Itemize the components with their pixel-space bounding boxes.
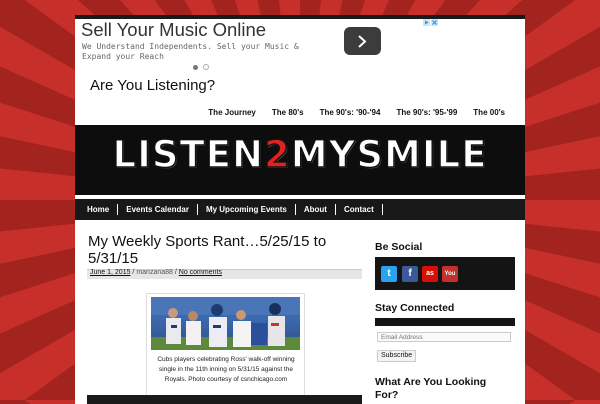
banner-logo-mid: 2 bbox=[263, 132, 291, 177]
stay-connected-bar bbox=[375, 318, 515, 326]
post-photo[interactable] bbox=[151, 297, 300, 350]
post-author[interactable]: manzana88 bbox=[136, 269, 173, 276]
top-nav-item-80s[interactable]: The 80's bbox=[272, 108, 304, 117]
chevron-right-icon bbox=[358, 35, 367, 48]
main-nav: Home Events Calendar My Upcoming Events … bbox=[75, 199, 525, 220]
cubs-celebration-photo bbox=[151, 297, 300, 350]
top-nav-item-90-94[interactable]: The 90's: '90-'94 bbox=[320, 108, 381, 117]
sidebar-heading-be-social: Be Social bbox=[375, 241, 423, 253]
social-icons-box: t f as You bbox=[375, 257, 515, 290]
site-banner[interactable]: LISTEN2MYSMILE bbox=[75, 125, 525, 195]
nav-events-calendar[interactable]: Events Calendar bbox=[118, 204, 198, 215]
ad-dot-active[interactable] bbox=[193, 65, 198, 70]
ad-title[interactable]: Sell Your Music Online bbox=[81, 19, 266, 41]
facebook-icon[interactable]: f bbox=[402, 266, 418, 282]
nav-about[interactable]: About bbox=[296, 204, 336, 215]
banner-logo-right: MYSMILE bbox=[290, 132, 488, 177]
sidebar-heading-looking-for: What Are You Looking For? bbox=[375, 376, 487, 401]
youtube-icon[interactable]: You bbox=[442, 266, 458, 282]
subscribe-button[interactable]: Subscribe bbox=[377, 350, 417, 362]
ad-next-button[interactable] bbox=[344, 27, 381, 55]
adchoices-icon[interactable] bbox=[423, 19, 439, 26]
top-nav-item-journey[interactable]: The Journey bbox=[208, 108, 256, 117]
nav-contact[interactable]: Contact bbox=[336, 204, 383, 215]
email-field[interactable] bbox=[377, 332, 511, 342]
site-title[interactable]: Are You Listening? bbox=[90, 77, 215, 94]
top-nav-item-95-99[interactable]: The 90's: '95-'99 bbox=[396, 108, 457, 117]
post-meta: June 1, 2015 / manzana88 / No comments bbox=[90, 269, 222, 276]
lastfm-icon[interactable]: as bbox=[422, 266, 438, 282]
ad-pagination bbox=[193, 57, 214, 75]
ad-banner[interactable]: Sell Your Music Online We Understand Ind… bbox=[75, 19, 525, 83]
top-nav: The Journey The 80's The 90's: '90-'94 T… bbox=[208, 108, 505, 117]
page: Sell Your Music Online We Understand Ind… bbox=[75, 15, 525, 404]
nav-my-upcoming-events[interactable]: My Upcoming Events bbox=[198, 204, 296, 215]
photo-caption: Cubs players celebrating Ross' walk-off … bbox=[157, 356, 295, 383]
banner-logo: LISTEN2MYSMILE bbox=[75, 132, 525, 177]
top-nav-item-00s[interactable]: The 00's bbox=[473, 108, 505, 117]
sidebar-heading-stay-connected: Stay Connected bbox=[375, 302, 455, 314]
post-comments-link[interactable]: No comments bbox=[179, 269, 222, 276]
post-title[interactable]: My Weekly Sports Rant…5/25/15 to 5/31/15 bbox=[88, 233, 350, 267]
nav-home[interactable]: Home bbox=[79, 204, 119, 215]
banner-logo-left: LISTEN bbox=[112, 132, 265, 177]
post-figure: Cubs players celebrating Ross' walk-off … bbox=[146, 293, 305, 404]
post-date[interactable]: June 1, 2015 bbox=[90, 269, 130, 276]
twitter-icon[interactable]: t bbox=[381, 266, 397, 282]
ad-dot[interactable] bbox=[203, 64, 209, 70]
